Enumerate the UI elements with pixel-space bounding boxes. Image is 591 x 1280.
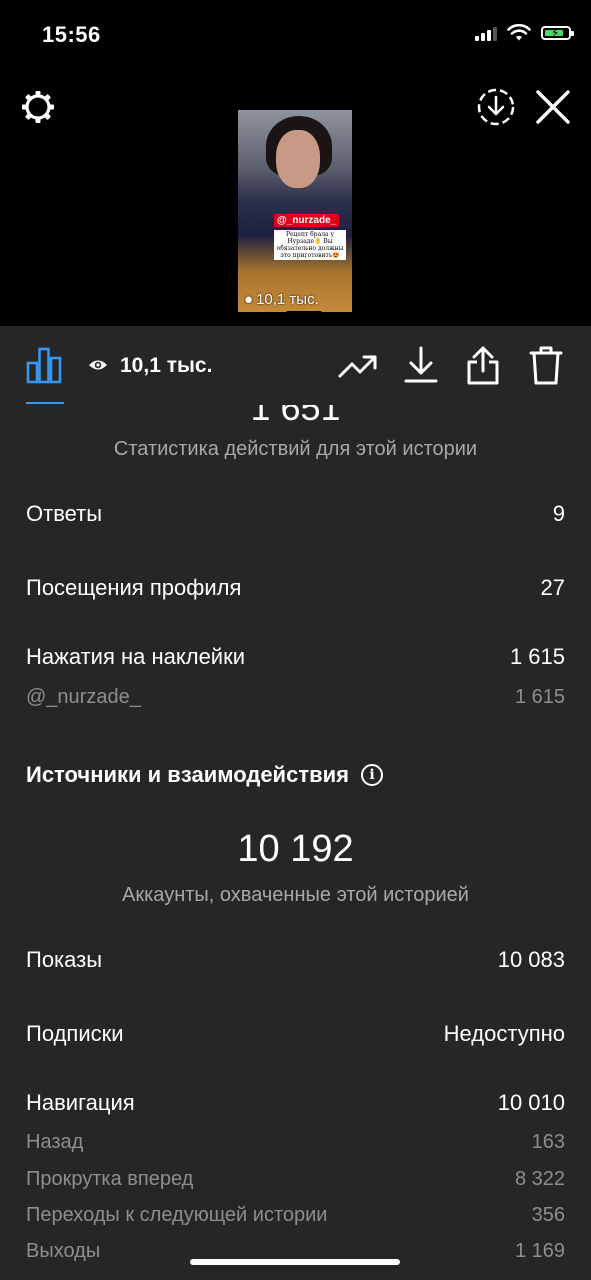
story-caption: Рецепт брала у Нурзаде🤚 Вы обязательно д…	[274, 230, 346, 260]
thumbnail-views: ● 10,1 тыс.	[244, 291, 319, 308]
views-count: 10,1 тыс.	[120, 354, 213, 377]
nav-next-story-value: 356	[531, 1204, 565, 1226]
insights-bar-chart-icon[interactable]	[26, 346, 62, 384]
settings-gear-icon[interactable]	[20, 89, 56, 125]
thumbnail-views-count: 10,1 тыс.	[256, 291, 319, 308]
sticker-mention-value: 1 615	[514, 686, 565, 708]
story-thumbnail[interactable]: @_nurzade_ Рецепт брала у Нурзаде🤚 Вы об…	[238, 110, 352, 312]
nav-exits-value: 1 169	[514, 1240, 565, 1262]
insights-sheet	[0, 326, 591, 1280]
eye-icon: ●	[244, 291, 254, 308]
promote-trend-icon[interactable]	[338, 350, 378, 382]
reach-label: Аккаунты, охваченные этой историей	[122, 884, 469, 906]
battery-icon: ⚡	[541, 26, 574, 40]
share-icon[interactable]	[466, 345, 500, 385]
download-icon[interactable]	[404, 346, 438, 384]
nav-next-story-label: Переходы к следующей истории	[26, 1204, 328, 1226]
sticker-taps-value: 1 615	[509, 644, 565, 669]
impressions-value: 10 083	[497, 947, 565, 972]
profile-visits-label: Посещения профиля	[26, 575, 242, 600]
mention-sticker: @_nurzade_	[274, 214, 340, 227]
profile-visits-value: 27	[540, 575, 565, 600]
status-icons: ⚡	[475, 24, 574, 42]
insights-tab-indicator	[26, 402, 64, 404]
nav-back-value: 163	[531, 1131, 565, 1153]
impressions-label: Показы	[26, 947, 103, 972]
wifi-icon	[507, 24, 531, 41]
status-time: 15:56	[42, 22, 101, 47]
nav-forward-value: 8 322	[514, 1168, 565, 1190]
summary-number-clip: 1 651	[0, 405, 591, 425]
navigation-label: Навигация	[26, 1090, 135, 1115]
eye-icon	[89, 360, 107, 370]
thumbnail-photo-face	[276, 130, 320, 188]
cellular-signal-icon	[475, 25, 497, 41]
sources-section-title: Источники и взаимодействия i	[26, 762, 383, 788]
nav-forward-label: Прокрутка вперед	[26, 1168, 194, 1190]
save-download-circle-icon[interactable]	[476, 87, 516, 127]
delete-trash-icon[interactable]	[529, 345, 563, 385]
follows-label: Подписки	[26, 1021, 124, 1046]
nav-back-label: Назад	[26, 1131, 84, 1153]
info-icon[interactable]: i	[360, 764, 383, 786]
close-icon[interactable]	[534, 88, 572, 126]
sticker-taps-label: Нажатия на наклейки	[26, 644, 246, 669]
sticker-mention-label: @_nurzade_	[26, 686, 141, 708]
follows-value: Недоступно	[443, 1021, 565, 1046]
replies-label: Ответы	[26, 501, 103, 526]
actions-subtitle: Статистика действий для этой истории	[113, 438, 478, 460]
replies-value: 9	[552, 501, 565, 526]
nav-exits-label: Выходы	[26, 1240, 101, 1262]
reach-number: 10 192	[237, 828, 354, 870]
sources-title-text: Источники и взаимодействия	[26, 762, 349, 787]
home-indicator[interactable]	[190, 1259, 400, 1265]
summary-number: 1 651	[0, 405, 591, 425]
thumbnail-pointer	[286, 311, 322, 323]
navigation-value: 10 010	[497, 1090, 565, 1115]
